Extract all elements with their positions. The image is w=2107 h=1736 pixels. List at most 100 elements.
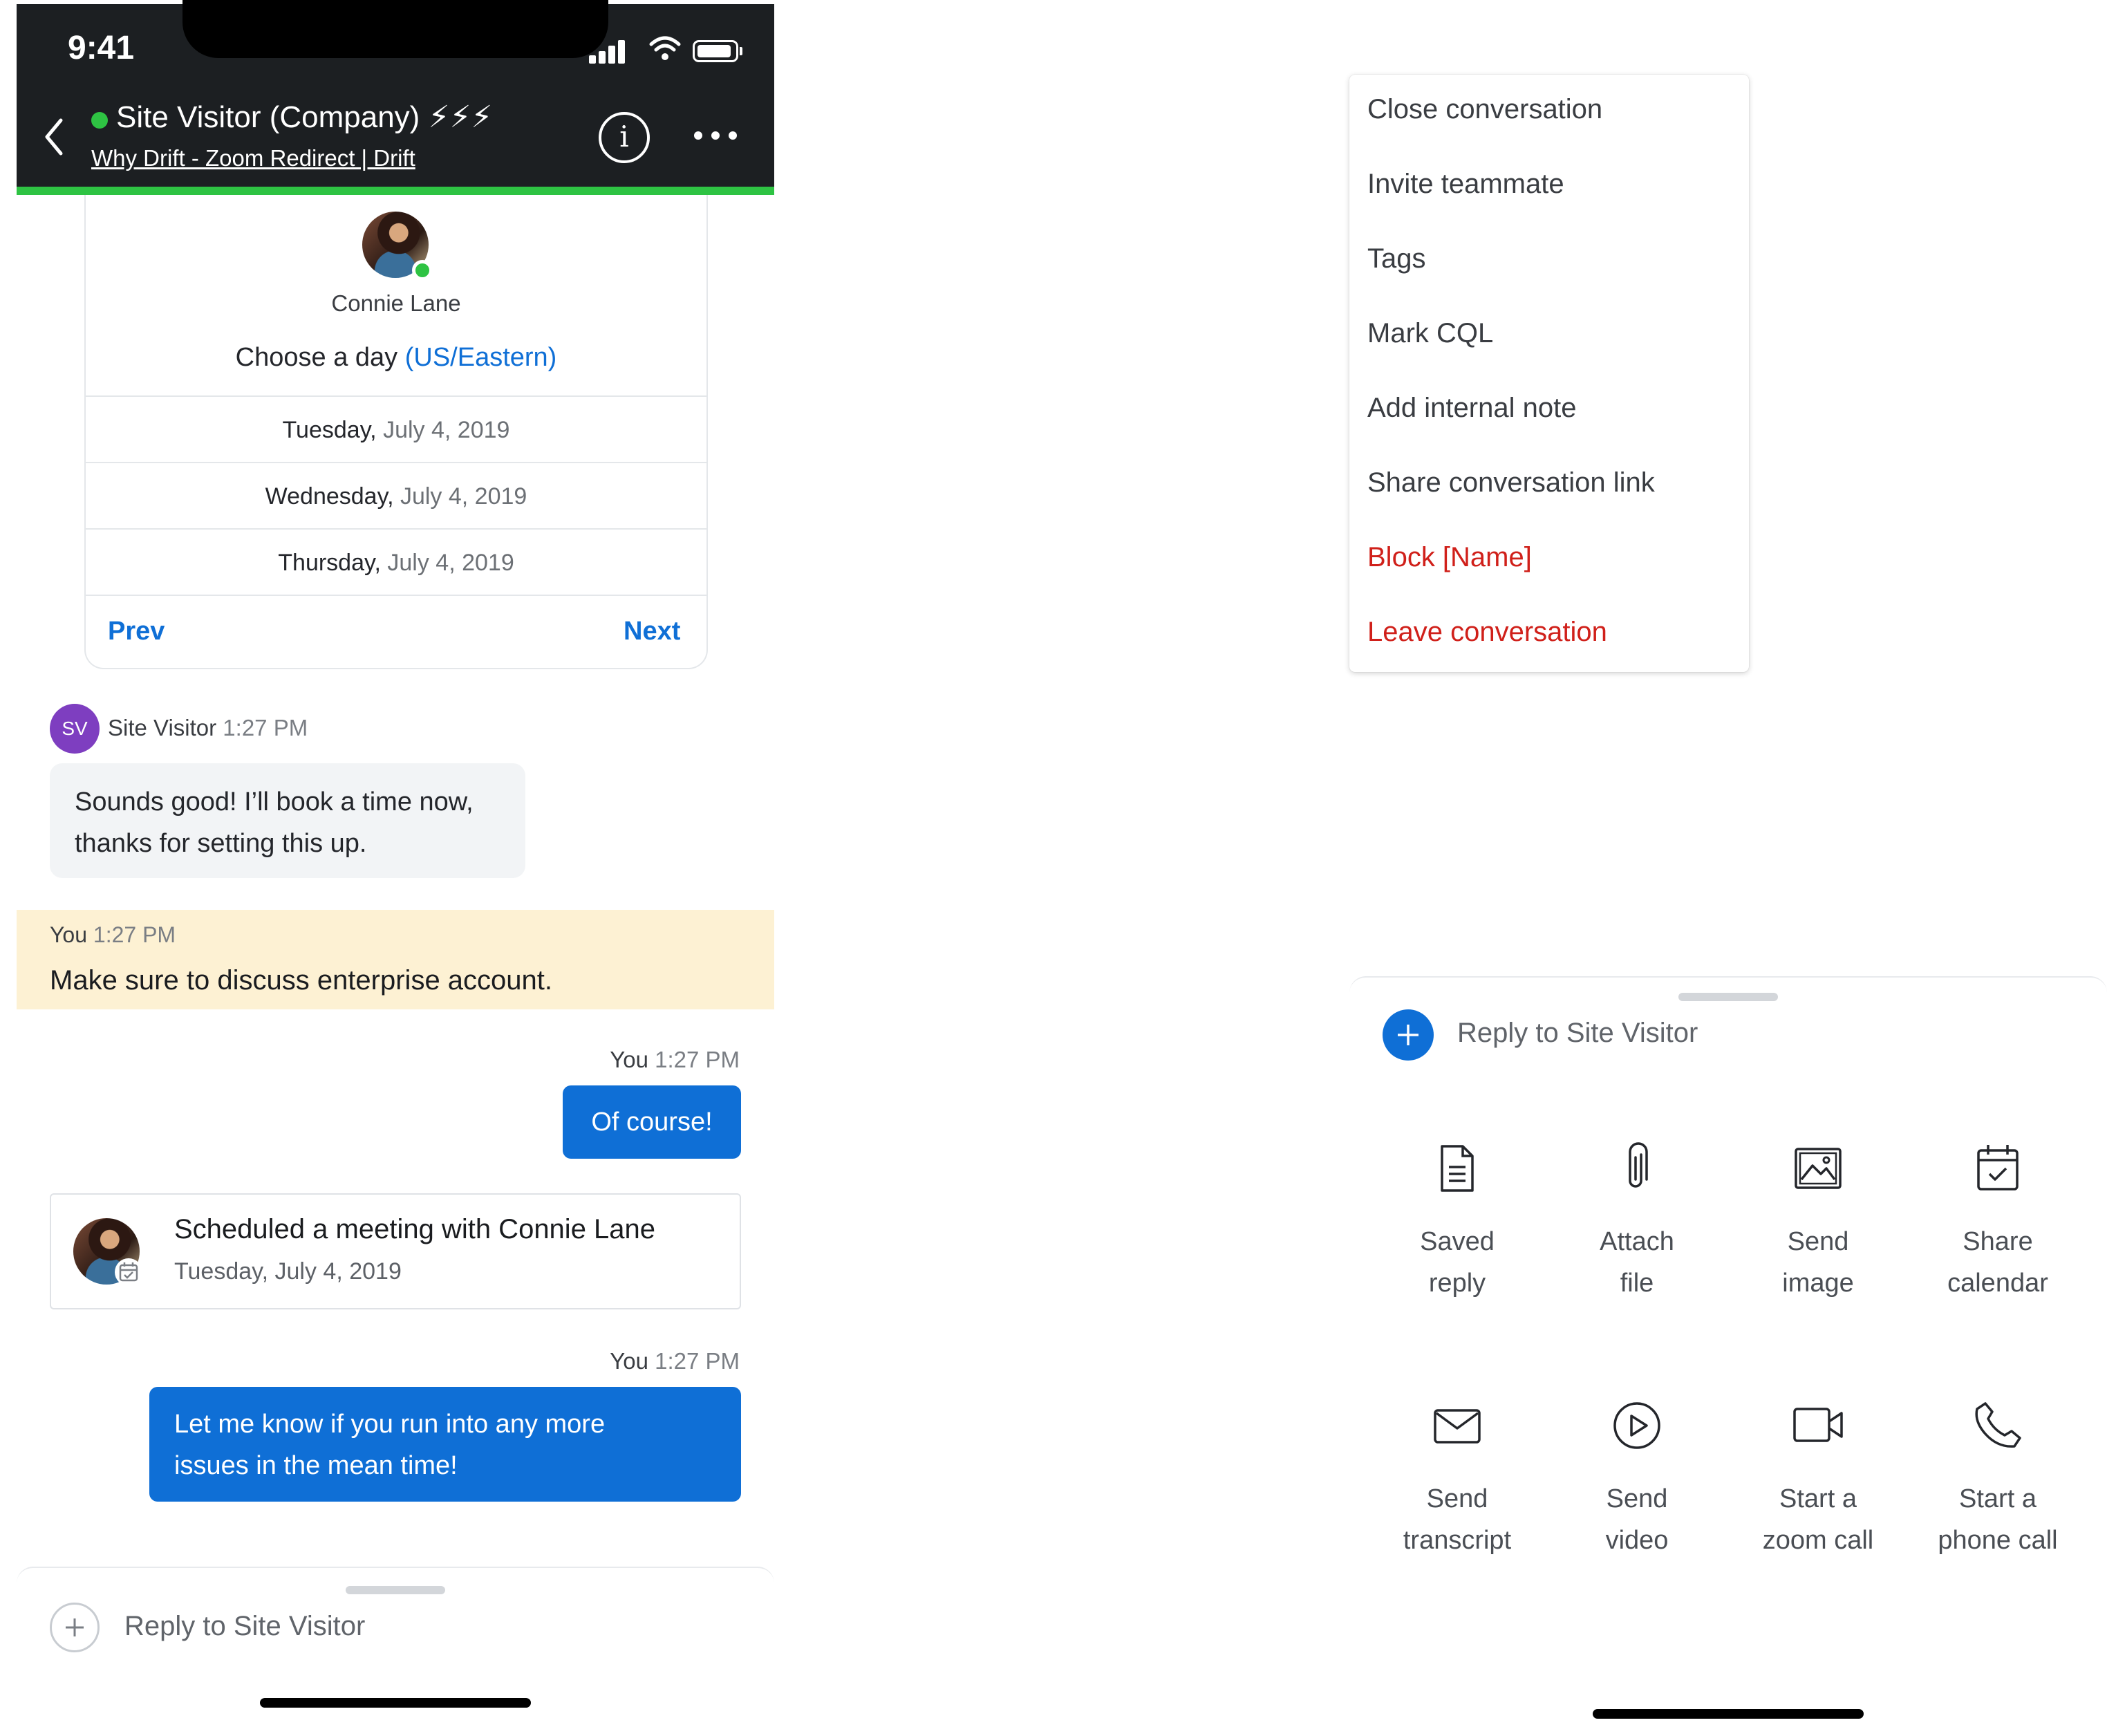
wifi-icon xyxy=(648,35,682,66)
action-label: Start a xyxy=(1779,1484,1857,1513)
message-text-line: thanks for setting this up. xyxy=(75,829,367,858)
calendar-icon xyxy=(1977,1145,2019,1191)
paperclip-icon xyxy=(1629,1142,1648,1188)
start-zoom-call-button[interactable]: Start a zoom call xyxy=(1728,1398,1908,1561)
day-option[interactable]: Wednesday, July 4, 2019 xyxy=(86,462,706,528)
action-label: zoom call xyxy=(1762,1526,1874,1555)
share-calendar-button[interactable]: Share calendar xyxy=(1908,1141,2088,1304)
message-text-line: issues in the mean time! xyxy=(174,1451,458,1480)
action-label: Send xyxy=(1606,1484,1668,1513)
drag-handle[interactable] xyxy=(1678,993,1778,1001)
menu-item-tags[interactable]: Tags xyxy=(1367,243,1426,274)
action-label: Attach xyxy=(1600,1227,1674,1256)
menu-item-invite-teammate[interactable]: Invite teammate xyxy=(1367,169,1564,200)
sender-name: Site Visitor xyxy=(108,715,217,740)
menu-item-share-link[interactable]: Share conversation link xyxy=(1367,467,1655,498)
menu-item-close-conversation[interactable]: Close conversation xyxy=(1367,94,1602,125)
message-time: 1:27 PM xyxy=(223,715,308,740)
menu-item-add-internal-note[interactable]: Add internal note xyxy=(1367,393,1576,424)
day-weekday: Tuesday, xyxy=(282,417,377,443)
drag-handle[interactable] xyxy=(346,1586,445,1594)
add-icon[interactable] xyxy=(1383,1009,1434,1061)
back-chevron-icon[interactable] xyxy=(41,116,66,161)
device-notch xyxy=(182,0,608,58)
battery-nub xyxy=(740,47,742,55)
prev-button[interactable]: Prev xyxy=(108,617,165,646)
divider xyxy=(86,595,706,596)
add-icon[interactable] xyxy=(50,1603,100,1652)
action-label: Send xyxy=(1787,1227,1849,1256)
start-phone-call-button[interactable]: Start a phone call xyxy=(1908,1398,2088,1561)
day-date: July 4, 2019 xyxy=(400,483,527,510)
action-label: Start a xyxy=(1959,1484,2036,1513)
action-label: calendar xyxy=(1947,1269,2048,1298)
message-time: 1:27 PM xyxy=(93,922,176,947)
send-video-button[interactable]: Send video xyxy=(1547,1398,1727,1561)
play-icon xyxy=(1613,1402,1660,1449)
send-image-button[interactable]: Send image xyxy=(1728,1141,1908,1304)
signal-icon xyxy=(589,39,626,64)
message-text-line: Let me know if you run into any more xyxy=(174,1410,606,1439)
agent-name: Connie Lane xyxy=(331,290,461,316)
sender-name: You xyxy=(610,1047,648,1072)
phone-icon xyxy=(1975,1402,2021,1448)
agent-message-bubble: Let me know if you run into any more iss… xyxy=(149,1387,741,1502)
reply-input[interactable]: Reply to Site Visitor xyxy=(1457,1018,1698,1049)
action-label: transcript xyxy=(1403,1526,1512,1555)
day-weekday: Wednesday, xyxy=(265,483,394,510)
saved-reply-button[interactable]: Saved reply xyxy=(1367,1141,1547,1304)
conversation-options-menu xyxy=(1349,75,1749,672)
send-transcript-button[interactable]: Send transcript xyxy=(1367,1398,1547,1561)
video-camera-icon xyxy=(1793,1408,1843,1442)
action-label: file xyxy=(1620,1269,1654,1298)
status-time: 9:41 xyxy=(68,30,135,66)
day-date: July 4, 2019 xyxy=(383,417,510,443)
note-meta: You 1:27 PM xyxy=(50,922,176,948)
visitor-avatar: SV xyxy=(50,704,100,754)
home-indicator xyxy=(1593,1709,1864,1719)
meeting-date: Tuesday, July 4, 2019 xyxy=(174,1258,402,1285)
day-option[interactable]: Tuesday, July 4, 2019 xyxy=(86,395,706,462)
scheduled-meeting-card xyxy=(50,1193,741,1309)
menu-item-mark-cql[interactable]: Mark CQL xyxy=(1367,318,1493,349)
meeting-title: Scheduled a meeting with Connie Lane xyxy=(174,1214,656,1244)
envelope-icon xyxy=(1434,1409,1481,1444)
reply-input[interactable]: Reply to Site Visitor xyxy=(124,1611,365,1642)
agent-message-bubble: Of course! xyxy=(563,1085,741,1159)
menu-item-leave-conversation[interactable]: Leave conversation xyxy=(1367,617,1607,648)
action-label: image xyxy=(1782,1269,1854,1298)
action-label: reply xyxy=(1428,1269,1486,1298)
timezone-link[interactable]: (US/Eastern) xyxy=(405,343,557,372)
day-weekday: Thursday, xyxy=(278,550,381,576)
sender-name: You xyxy=(610,1348,648,1374)
message-time: 1:27 PM xyxy=(655,1348,740,1374)
menu-item-block[interactable]: Block [Name] xyxy=(1367,542,1532,573)
action-label: video xyxy=(1605,1526,1669,1555)
document-icon xyxy=(1441,1145,1474,1192)
home-indicator xyxy=(260,1698,531,1708)
info-icon[interactable]: i xyxy=(599,112,650,163)
image-icon xyxy=(1795,1148,1842,1189)
next-button[interactable]: Next xyxy=(624,617,680,646)
choose-day-text: Choose a day xyxy=(235,343,398,372)
action-label: phone call xyxy=(1938,1526,2058,1555)
online-status-dot xyxy=(91,112,108,129)
action-label: Share xyxy=(1963,1227,2033,1256)
expanded-composer-sheet xyxy=(1349,976,2107,1736)
attach-file-button[interactable]: Attach file xyxy=(1547,1141,1727,1304)
message-meta: You 1:27 PM xyxy=(610,1348,740,1374)
message-time: 1:27 PM xyxy=(655,1047,740,1072)
calendar-badge-icon xyxy=(115,1258,142,1286)
day-option[interactable]: Thursday, July 4, 2019 xyxy=(86,528,706,595)
more-options-icon[interactable] xyxy=(694,131,737,141)
conversation-page-link[interactable]: Why Drift - Zoom Redirect | Drift xyxy=(91,145,415,171)
message-meta: Site Visitor 1:27 PM xyxy=(108,715,308,741)
action-label: Send xyxy=(1426,1484,1488,1513)
message-text-line: Sounds good! I’ll book a time now, xyxy=(75,787,474,816)
conversation-title: Site Visitor (Company) ⚡⚡⚡ xyxy=(116,100,493,134)
agent-online-dot xyxy=(412,260,433,281)
action-label: Saved xyxy=(1420,1227,1495,1256)
message-meta: You 1:27 PM xyxy=(610,1047,740,1073)
choose-day-label: Choose a day (US/Eastern) xyxy=(84,343,708,373)
sender-name: You xyxy=(50,922,87,947)
